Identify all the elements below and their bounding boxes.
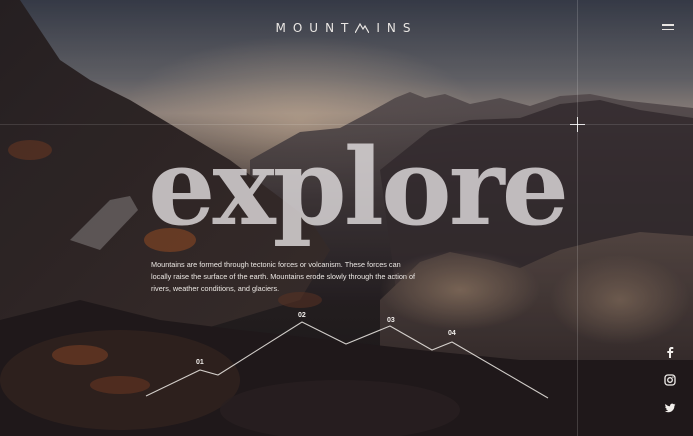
- instagram-icon[interactable]: [664, 374, 676, 386]
- facebook-icon[interactable]: [664, 346, 676, 358]
- timeline-graph: [145, 321, 549, 399]
- timeline-point-03[interactable]: 03: [387, 317, 395, 324]
- timeline-point-02[interactable]: 02: [298, 312, 306, 319]
- twitter-icon[interactable]: [664, 402, 676, 414]
- timeline-point-01[interactable]: 01: [196, 359, 204, 366]
- hero-section: MOUNT INS explore Mountains are formed th…: [0, 0, 693, 436]
- timeline-point-04[interactable]: 04: [448, 330, 456, 337]
